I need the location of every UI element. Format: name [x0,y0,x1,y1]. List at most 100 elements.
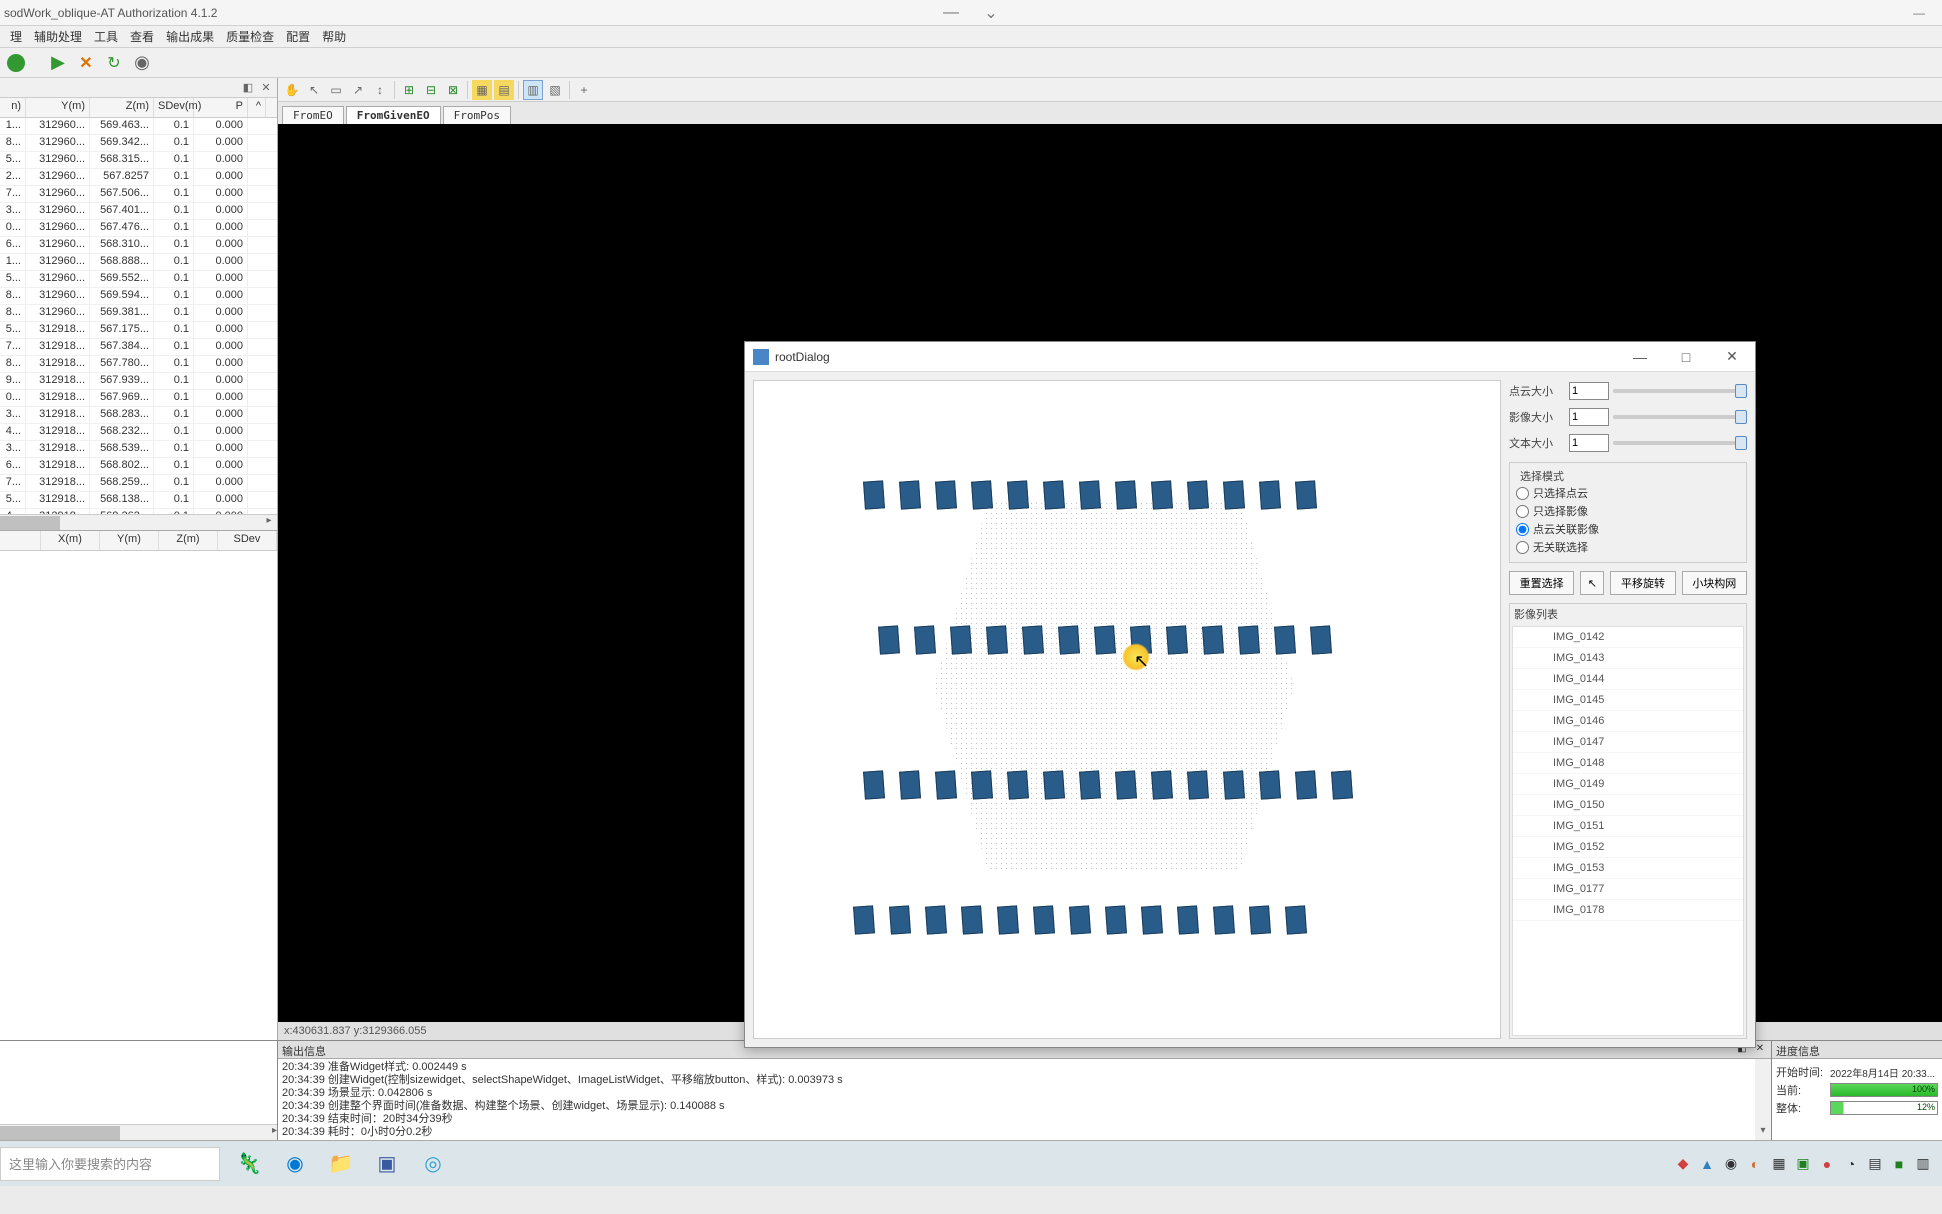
tray-icon[interactable]: ◆ [1674,1155,1692,1173]
table-row[interactable]: 5...312918...567.175...0.10.000 [0,322,277,339]
image-marker[interactable] [950,625,972,654]
table-row[interactable]: 1...312960...568.888...0.10.000 [0,254,277,271]
table-row[interactable]: 3...312918...568.283...0.10.000 [0,407,277,424]
slider-knob[interactable] [1735,410,1747,424]
table-row[interactable]: 7...312918...568.259...0.10.000 [0,475,277,492]
table-row[interactable]: 9...312918...567.939...0.10.000 [0,373,277,390]
image-marker[interactable] [986,625,1008,654]
image-marker[interactable] [1295,770,1317,799]
image-marker[interactable] [1141,905,1163,934]
table-row[interactable]: 8...312918...567.780...0.10.000 [0,356,277,373]
list-item[interactable]: IMG_0177 [1513,879,1743,900]
th[interactable]: SDev(m) [154,98,194,117]
dialog-minimize-button[interactable]: — [1617,342,1663,372]
table-row[interactable]: 5...312918...568.138...0.10.000 [0,492,277,509]
th-scroll-up[interactable]: ^ [248,98,266,117]
image-marker[interactable] [899,480,921,509]
scroll-right-icon[interactable]: ▸ [272,1125,277,1136]
th[interactable]: n) [0,98,26,117]
tray-icon[interactable]: ▦ [1770,1155,1788,1173]
list-item[interactable]: IMG_0151 [1513,816,1743,837]
table-body[interactable]: 1...312960...569.463...0.10.000 8...31296… [0,118,277,514]
slider-value-input[interactable] [1569,382,1609,400]
image-marker[interactable] [1079,480,1101,509]
list-item[interactable]: IMG_0152 [1513,837,1743,858]
table-row[interactable]: 0...312918...567.969...0.10.000 [0,390,277,407]
output-body[interactable]: 20:34:39 准备Widget样式: 0.002449 s20:34:39 … [278,1059,1771,1140]
image-marker[interactable] [1295,480,1317,509]
image-marker[interactable] [1202,625,1224,654]
image-marker[interactable] [997,905,1019,934]
scroll-right-icon[interactable]: ▸ [261,515,277,530]
image-marker[interactable] [1094,625,1116,654]
menu-item[interactable]: 配置 [280,28,316,45]
image-marker[interactable] [1058,625,1080,654]
image-marker[interactable] [1249,905,1271,934]
list-item[interactable]: IMG_0150 [1513,795,1743,816]
view4-icon[interactable]: ▧ [545,80,565,100]
dialog-titlebar[interactable]: rootDialog — □ ✕ [745,342,1755,372]
image-marker[interactable] [1007,480,1029,509]
th[interactable]: SDev [218,531,277,550]
table-row[interactable]: 5...312960...568.315...0.10.000 [0,152,277,169]
radio-row[interactable]: 只选择影像 [1516,502,1740,520]
refresh-icon[interactable]: ↻ [102,51,126,75]
radio-input[interactable] [1516,523,1529,536]
radio-row[interactable]: 点云关联影像 [1516,520,1740,538]
tray-icon[interactable]: ▤ [1866,1155,1884,1173]
image-marker[interactable] [1151,480,1173,509]
h-scrollbar[interactable]: ▸ [0,514,277,530]
image-marker[interactable] [1223,480,1245,509]
reset-select-button[interactable]: 重置选择 [1509,571,1574,595]
th[interactable]: Y(m) [100,531,159,550]
image-marker[interactable] [1151,770,1173,799]
grid3-icon[interactable]: ⊠ [443,80,463,100]
menu-item[interactable]: 输出成果 [160,28,220,45]
menu-item[interactable]: 帮助 [316,28,352,45]
app-icon[interactable]: ▣ [366,1145,408,1183]
panel-float-icon[interactable]: ◧ [241,81,255,95]
app-icon[interactable]: ◎ [412,1145,454,1183]
add-icon[interactable]: + [574,80,594,100]
stop-x-icon[interactable]: ✕ [74,51,98,75]
slider-knob[interactable] [1735,384,1747,398]
image-marker[interactable] [1079,770,1101,799]
arrow-icon[interactable]: ↗ [348,80,368,100]
table-row[interactable]: 1...312960...569.463...0.10.000 [0,118,277,135]
table-row[interactable]: 0...312960...567.476...0.10.000 [0,220,277,237]
image-marker[interactable] [1166,625,1188,654]
image-marker[interactable] [1187,770,1209,799]
image-marker[interactable] [1187,480,1209,509]
table-row[interactable]: 5...312960...569.552...0.10.000 [0,271,277,288]
image-marker[interactable] [1105,905,1127,934]
radio-input[interactable] [1516,487,1529,500]
image-marker[interactable] [1259,770,1281,799]
image-marker[interactable] [925,905,947,934]
collapse-up-icon[interactable]: — [941,3,961,23]
pointer-icon[interactable]: ↖ [304,80,324,100]
dialog-canvas[interactable]: ↖ [753,380,1501,1039]
panel-close-icon[interactable]: ✕ [259,81,273,95]
th[interactable] [0,531,41,550]
h-scrollbar[interactable]: ▸ [0,1124,277,1140]
th[interactable]: Z(m) [159,531,218,550]
play-icon[interactable]: ▶ [46,51,70,75]
radio-row[interactable]: 无关联选择 [1516,538,1740,556]
th[interactable]: X(m) [41,531,100,550]
image-marker[interactable] [914,625,936,654]
image-marker[interactable] [1259,480,1281,509]
hand-tool-icon[interactable]: ✋ [282,80,302,100]
run-green-icon[interactable] [4,51,28,75]
viewport-3d[interactable]: rootDialog — □ ✕ [278,124,1942,1022]
grid2-icon[interactable]: ⊟ [421,80,441,100]
list-item[interactable]: IMG_0178 [1513,900,1743,921]
radio-row[interactable]: 只选择点云 [1516,484,1740,502]
table-row[interactable]: 8...312960...569.381...0.10.000 [0,305,277,322]
table-row[interactable]: 8...312960...569.594...0.10.000 [0,288,277,305]
tray-icon[interactable]: ■ [1890,1155,1908,1173]
image-marker[interactable] [1043,480,1065,509]
list-item[interactable]: IMG_0143 [1513,648,1743,669]
image-marker[interactable] [1274,625,1296,654]
th[interactable]: P [194,98,248,117]
tab[interactable]: FromPos [443,106,511,124]
